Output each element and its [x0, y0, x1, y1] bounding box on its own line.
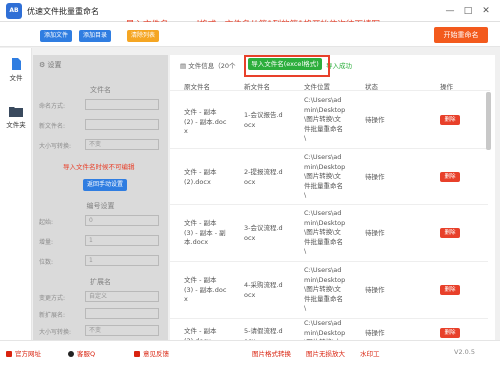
- cell-location: C:\Users\ad min\Desktop \图片转换\文 件批量重命名 \: [304, 96, 346, 142]
- cell-original-name: 文件 - 副本 (2) - 副本.doc x: [184, 108, 227, 135]
- start-rename-button[interactable]: 开始重命名: [434, 27, 488, 43]
- official-website-link[interactable]: 官方网址: [6, 348, 41, 358]
- delete-button[interactable]: 删除: [440, 115, 460, 125]
- footer: 官方网址 客服Q 意见反馈 图片格式转换 图片无损放大 水印工 V2.0.5: [0, 340, 500, 380]
- home-icon: [6, 351, 12, 357]
- cell-location: C:\Users\ad min\Desktop \图片转换\文 件批量重命名 \: [304, 266, 346, 312]
- add-folder-button[interactable]: 添加目录: [79, 30, 112, 42]
- return-manual-button[interactable]: 返回手动设置: [83, 179, 128, 191]
- cell-status: 待操作: [365, 229, 385, 237]
- watermark-tool-link[interactable]: 水印工: [360, 348, 380, 358]
- table-row: 文件 - 副本 (3) - 副本.doc x 4-采购流程.d ocx C:\U…: [170, 262, 488, 319]
- cell-new-name: 1-会议报告.d ocx: [244, 111, 283, 129]
- add-file-button[interactable]: 添加文件: [40, 30, 73, 42]
- cell-original-name: 文件 - 副本 (2).docx: [184, 168, 217, 186]
- app-title: 优速文件批量重命名: [27, 7, 99, 16]
- feedback-link[interactable]: 意见反馈: [134, 348, 169, 358]
- col-location: 文件位置: [304, 83, 330, 91]
- cell-location: C:\Users\ad min\Desktop \图片转换\文 件批量重命名 \: [304, 209, 346, 255]
- file-icon: [12, 58, 21, 70]
- file-list-panel: ▤ 文件信息（20个 导入文件名(excel格式) 导入成功 原文件名 新文件名…: [170, 55, 495, 365]
- clear-list-button[interactable]: 清除列表: [127, 30, 160, 42]
- sidebar-item-label: 文件: [9, 74, 23, 82]
- file-info-bar: ▤ 文件信息（20个 导入文件名(excel格式) 导入成功: [170, 55, 495, 73]
- cell-status: 待操作: [365, 116, 385, 124]
- close-button[interactable]: ✕: [478, 3, 494, 19]
- delete-button[interactable]: 删除: [440, 285, 460, 295]
- table-row: 文件 - 副本 (2) - 副本.doc x 1-会议报告.d ocx C:\U…: [170, 92, 488, 149]
- table-row: 文件 - 副本 (2).docx 2-提报流程.d ocx C:\Users\a…: [170, 149, 488, 205]
- import-lock-note: 导入文件名时候不可编辑: [63, 163, 135, 171]
- table-scrollbar[interactable]: [486, 92, 491, 150]
- cell-new-name: 2-提报流程.d ocx: [244, 168, 283, 186]
- col-original-name: 原文件名: [184, 83, 210, 91]
- col-status: 状态: [365, 83, 378, 91]
- customer-service-link[interactable]: 客服Q: [68, 348, 95, 358]
- cell-location: C:\Users\ad min\Desktop \图片转换\文 件批量重命名 \: [304, 153, 346, 199]
- col-new-name: 新文件名: [244, 83, 270, 91]
- table-header: 原文件名 新文件名 文件位置 状态 操作: [170, 77, 490, 91]
- toolbar: 添加文件 添加目录 清除列表: [0, 22, 500, 47]
- file-info-label: ▤ 文件信息（20个: [180, 62, 236, 70]
- cell-original-name: 文件 - 副本 (3) - 副本.doc x: [184, 276, 227, 303]
- sidebar-item-folder[interactable]: 文件夹: [0, 105, 32, 129]
- col-action: 操作: [440, 83, 453, 91]
- delete-button[interactable]: 删除: [440, 228, 460, 238]
- sidebar-item-file[interactable]: 文件: [0, 58, 32, 82]
- image-lossless-enlarge-link[interactable]: 图片无损放大: [306, 348, 345, 358]
- disabled-overlay: [33, 55, 168, 340]
- version-label: V2.0.5: [454, 348, 475, 356]
- cell-status: 待操作: [365, 329, 385, 337]
- cell-original-name: 文件 - 副本 (3) - 副本 - 副 本.docx: [184, 219, 226, 246]
- sidebar: 文件 文件夹: [0, 48, 32, 340]
- delete-button[interactable]: 删除: [440, 172, 460, 182]
- feedback-icon: [134, 351, 140, 357]
- folder-icon: [9, 107, 23, 117]
- import-button-highlight: [244, 55, 330, 77]
- cell-status: 待操作: [365, 173, 385, 181]
- delete-button[interactable]: 删除: [440, 328, 460, 338]
- app-logo-icon: AB: [6, 3, 22, 19]
- settings-panel: ⚙ 设置 文件名 命名方式: 新文件名: 大小写转换: 不变 编号设置 起始: …: [33, 55, 168, 340]
- cell-new-name: 3-会议流程.d ocx: [244, 224, 283, 242]
- cell-new-name: 4-采购流程.d ocx: [244, 281, 283, 299]
- minimize-button[interactable]: —: [442, 3, 458, 19]
- image-format-convert-link[interactable]: 图片格式转换: [252, 348, 291, 358]
- qq-icon: [68, 351, 74, 357]
- sidebar-item-label: 文件夹: [6, 121, 26, 129]
- cell-status: 待操作: [365, 286, 385, 294]
- maximize-button[interactable]: □: [460, 3, 476, 19]
- table-row: 文件 - 副本 (3) - 副本 - 副 本.docx 3-会议流程.d ocx…: [170, 205, 488, 262]
